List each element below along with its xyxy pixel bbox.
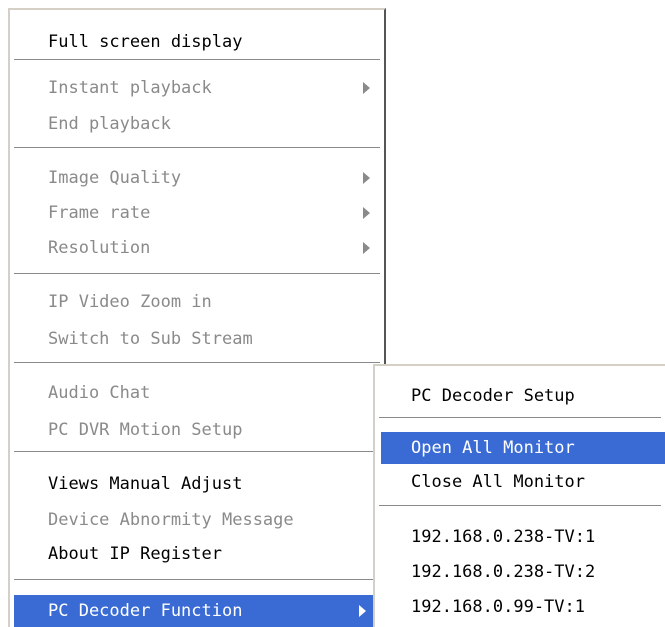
menu-item-pc-decoder-function[interactable]: PC Decoder Function (14, 595, 380, 627)
submenu-arrow-icon (359, 605, 366, 617)
menu-item-views-manual-adjust[interactable]: Views Manual Adjust (10, 468, 384, 500)
menu-separator (14, 147, 380, 149)
menu-item-label: Full screen display (48, 32, 243, 52)
menu-item-switch-to-sub-stream[interactable]: Switch to Sub Stream (10, 323, 384, 355)
submenu-arrow-icon (363, 242, 370, 254)
submenu-item-close-all-monitor[interactable]: Close All Monitor (375, 466, 665, 498)
menu-item-label: Close All Monitor (411, 472, 585, 492)
submenu-item-pc-decoder-setup[interactable]: PC Decoder Setup (375, 380, 665, 412)
menu-separator (14, 59, 380, 61)
submenu-arrow-icon (363, 207, 370, 219)
menu-item-label: 192.168.0.238-TV:2 (411, 562, 596, 582)
menu-separator (379, 505, 661, 507)
menu-item-label: Open All Monitor (411, 438, 575, 458)
context-menu: Full screen display Instant playback End… (8, 8, 386, 627)
submenu-item-monitor[interactable]: 192.168.0.99-TV:1 (375, 591, 665, 623)
menu-item-label: Resolution (48, 238, 151, 258)
menu-item-pc-dvr-motion-setup[interactable]: PC DVR Motion Setup (10, 414, 384, 446)
menu-item-label: 192.168.0.99-TV:1 (411, 597, 585, 617)
menu-item-label: Audio Chat (48, 383, 151, 403)
menu-separator (14, 273, 380, 275)
menu-item-label: Image Quality (48, 168, 182, 188)
menu-item-frame-rate[interactable]: Frame rate (10, 197, 384, 229)
menu-item-label: PC DVR Motion Setup (48, 420, 243, 440)
submenu-item-monitor[interactable]: 192.168.0.238-TV:1 (375, 521, 665, 553)
menu-item-resolution[interactable]: Resolution (10, 232, 384, 264)
menu-item-audio-chat[interactable]: Audio Chat (10, 377, 384, 409)
menu-item-full-screen-display[interactable]: Full screen display (10, 26, 384, 58)
menu-item-end-playback[interactable]: End playback (10, 108, 384, 140)
menu-separator (14, 579, 380, 581)
menu-item-label: Frame rate (48, 203, 151, 223)
menu-item-label: About IP Register (48, 544, 222, 564)
menu-separator (14, 362, 380, 364)
submenu-arrow-icon (363, 172, 370, 184)
menu-item-about-ip-register[interactable]: About IP Register (10, 538, 384, 570)
submenu-item-monitor[interactable]: 192.168.0.238-TV:2 (375, 556, 665, 588)
menu-separator (14, 451, 380, 453)
menu-item-label: End playback (48, 114, 171, 134)
submenu-pc-decoder: PC Decoder Setup Open All Monitor Close … (373, 364, 665, 627)
menu-item-label: 192.168.0.238-TV:1 (411, 527, 596, 547)
menu-separator (379, 417, 661, 419)
menu-item-label: PC Decoder Function (48, 601, 243, 621)
menu-item-image-quality[interactable]: Image Quality (10, 162, 384, 194)
menu-item-label: PC Decoder Setup (411, 386, 575, 406)
menu-item-ip-video-zoom-in[interactable]: IP Video Zoom in (10, 286, 384, 318)
submenu-arrow-icon (363, 82, 370, 94)
menu-item-label: Switch to Sub Stream (48, 329, 253, 349)
menu-item-label: Device Abnormity Message (48, 510, 294, 530)
menu-item-label: Views Manual Adjust (48, 474, 243, 494)
menu-item-instant-playback[interactable]: Instant playback (10, 72, 384, 104)
menu-item-device-abnormity-message[interactable]: Device Abnormity Message (10, 504, 384, 536)
menu-item-label: Instant playback (48, 78, 212, 98)
submenu-item-open-all-monitor[interactable]: Open All Monitor (381, 432, 665, 464)
menu-item-label: IP Video Zoom in (48, 292, 212, 312)
